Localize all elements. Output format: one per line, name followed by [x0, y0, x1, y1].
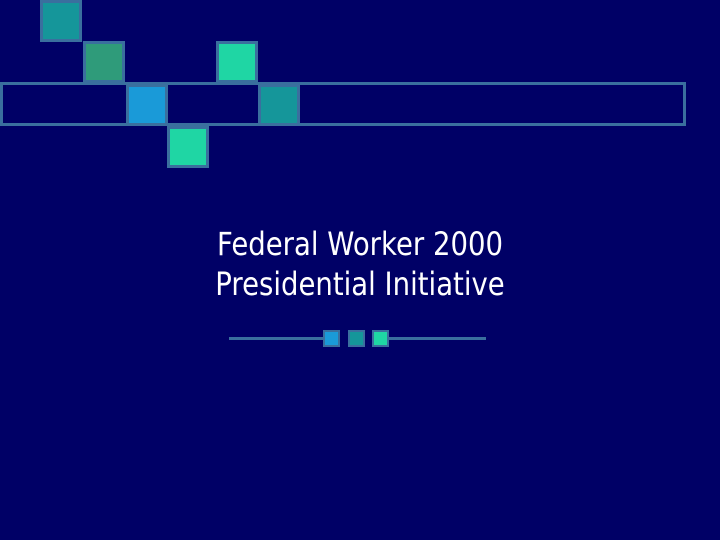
divider-square-mint [372, 330, 389, 347]
decor-square-teal-bar [258, 84, 300, 126]
slide-title-line-1: Federal Worker 2000 [217, 225, 503, 263]
decor-square-blue [126, 84, 168, 126]
divider-square-blue [323, 330, 340, 347]
slide-title-line-2: Presidential Initiative [215, 265, 505, 303]
decor-square-green [83, 41, 125, 83]
divider-square-teal [348, 330, 365, 347]
decor-square-mint-low [167, 126, 209, 168]
divider-line-right [389, 337, 486, 340]
decor-square-mint [216, 41, 258, 83]
divider-line-left [229, 337, 324, 340]
decor-square-teal [40, 0, 82, 42]
title-slide: Federal Worker 2000 Presidential Initiat… [0, 0, 720, 540]
slide-title: Federal Worker 2000 Presidential Initiat… [50, 224, 669, 304]
decor-horizontal-bar [0, 82, 686, 126]
